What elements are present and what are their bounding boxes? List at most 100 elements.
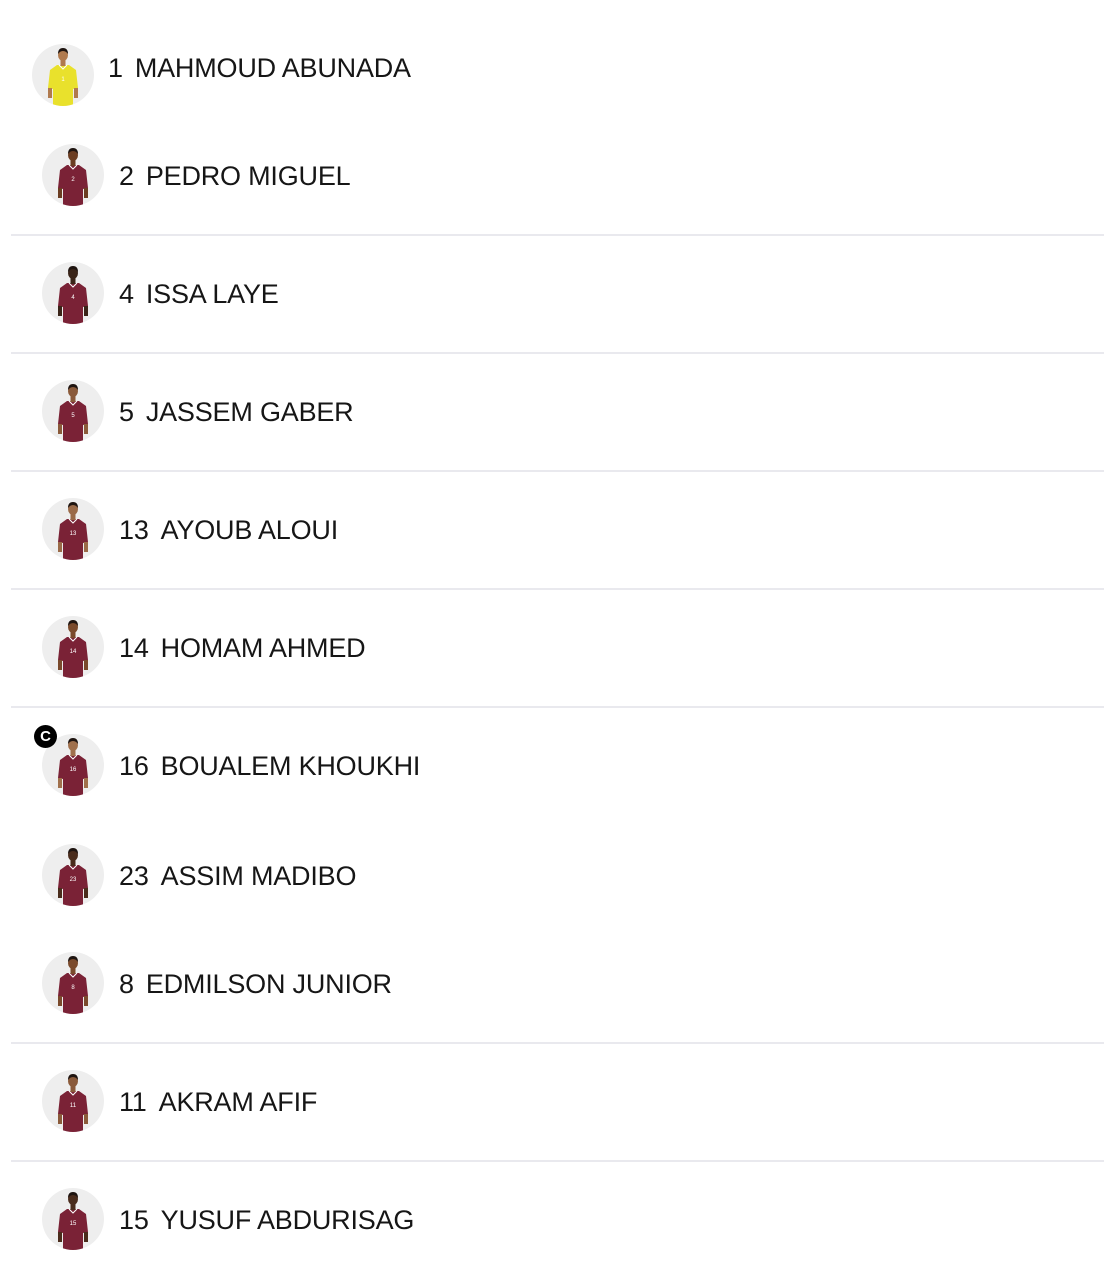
player-number: 1 <box>108 53 123 83</box>
player-number: 8 <box>119 969 134 999</box>
player-photo: 14 <box>42 616 104 678</box>
captain-badge: C <box>34 725 57 748</box>
player-name: AYOUB ALOUI <box>160 515 339 545</box>
player-label: 11 AKRAM AFIF <box>119 1087 317 1118</box>
kit-shirt <box>48 65 78 106</box>
player-photo: 2 <box>42 144 104 206</box>
player-row[interactable]: 1 1 MAHMOUD ABUNADA <box>0 10 1115 128</box>
player-number: 23 <box>119 861 149 891</box>
left-arm <box>58 778 62 788</box>
player-figure-icon: 5 <box>58 384 88 442</box>
kit-number: 14 <box>70 649 77 655</box>
right-arm <box>84 660 88 670</box>
player-label: 1 MAHMOUD ABUNADA <box>108 53 411 84</box>
kit-number: 23 <box>70 877 77 883</box>
player-name: AKRAM AFIF <box>158 1087 318 1117</box>
player-row[interactable]: 13 13 AYOUB ALOUI <box>0 472 1115 590</box>
player-figure-icon: 14 <box>58 620 88 678</box>
right-arm <box>84 542 88 552</box>
left-arm <box>48 88 52 98</box>
kit-number: 16 <box>70 767 77 773</box>
player-label: 14 HOMAM AHMED <box>119 633 366 664</box>
left-arm <box>58 1232 62 1242</box>
player-label: 16 BOUALEM KHOUKHI <box>119 751 420 782</box>
player-number: 11 <box>119 1087 147 1117</box>
player-label: 15 YUSUF ABDURISAG <box>119 1205 414 1236</box>
kit-shirt <box>58 519 88 560</box>
left-arm <box>58 188 62 198</box>
kit-shirt <box>58 283 88 324</box>
player-figure-icon: 13 <box>58 502 88 560</box>
player-figure-icon: 8 <box>58 956 88 1014</box>
player-row[interactable]: 15 15 YUSUF ABDURISAG <box>0 1162 1115 1280</box>
player-photo: 8 <box>42 952 104 1014</box>
goalkeeper-player-photo: 1 <box>32 44 94 106</box>
left-arm <box>58 888 62 898</box>
player-name: HOMAM AHMED <box>160 633 366 663</box>
player-photo: 4 <box>42 262 104 324</box>
player-photo: 23 <box>42 844 104 906</box>
player-label: 8 EDMILSON JUNIOR <box>119 969 392 1000</box>
player-row[interactable]: 2 2 PEDRO MIGUEL <box>0 118 1115 236</box>
player-number: 5 <box>119 397 134 427</box>
player-name: ISSA LAYE <box>145 279 279 309</box>
right-arm <box>84 306 88 316</box>
kit-number: 11 <box>70 1103 77 1109</box>
player-figure-icon: 15 <box>58 1192 88 1250</box>
player-number: 2 <box>119 161 134 191</box>
player-figure-icon: 4 <box>58 266 88 324</box>
kit-number: 13 <box>70 531 77 537</box>
player-row[interactable]: C 16 16 BOUALEM KHOUKHI <box>0 708 1115 826</box>
kit-shirt <box>58 637 88 678</box>
player-figure-icon: 1 <box>48 48 78 106</box>
right-arm <box>84 1114 88 1124</box>
left-arm <box>58 996 62 1006</box>
player-figure-icon: 2 <box>58 148 88 206</box>
player-row[interactable]: 4 4 ISSA LAYE <box>0 236 1115 354</box>
kit-shirt <box>58 973 88 1014</box>
kit-shirt <box>58 1209 88 1250</box>
left-arm <box>58 1114 62 1124</box>
right-arm <box>84 996 88 1006</box>
player-row[interactable]: 23 23 ASSIM MADIBO <box>0 818 1115 936</box>
player-number: 13 <box>119 515 149 545</box>
right-arm <box>84 1232 88 1242</box>
player-row[interactable]: 11 11 AKRAM AFIF <box>0 1044 1115 1162</box>
player-number: 15 <box>119 1205 149 1235</box>
right-arm <box>74 88 78 98</box>
player-photo: 5 <box>42 380 104 442</box>
right-arm <box>84 778 88 788</box>
player-label: 23 ASSIM MADIBO <box>119 861 356 892</box>
player-name: PEDRO MIGUEL <box>145 161 351 191</box>
kit-shirt <box>58 1091 88 1132</box>
player-label: 2 PEDRO MIGUEL <box>119 161 351 192</box>
player-name: BOUALEM KHOUKHI <box>160 751 421 781</box>
player-name: ASSIM MADIBO <box>160 861 357 891</box>
player-number: 16 <box>119 751 149 781</box>
player-label: 13 AYOUB ALOUI <box>119 515 338 546</box>
kit-shirt <box>58 755 88 796</box>
player-name: EDMILSON JUNIOR <box>145 969 392 999</box>
player-row[interactable]: 8 8 EDMILSON JUNIOR <box>0 926 1115 1044</box>
left-arm <box>58 424 62 434</box>
player-figure-icon: 23 <box>58 848 88 906</box>
player-name: JASSEM GABER <box>145 397 354 427</box>
player-photo: 15 <box>42 1188 104 1250</box>
left-arm <box>58 542 62 552</box>
kit-shirt <box>58 165 88 206</box>
player-figure-icon: 11 <box>58 1074 88 1132</box>
player-label: 5 JASSEM GABER <box>119 397 354 428</box>
player-number: 14 <box>119 633 149 663</box>
left-arm <box>58 660 62 670</box>
player-number: 4 <box>119 279 134 309</box>
player-name: MAHMOUD ABUNADA <box>134 53 411 83</box>
right-arm <box>84 888 88 898</box>
player-name: YUSUF ABDURISAG <box>160 1205 415 1235</box>
kit-shirt <box>58 401 88 442</box>
player-row[interactable]: 14 14 HOMAM AHMED <box>0 590 1115 708</box>
kit-number: 15 <box>70 1221 77 1227</box>
lineup-list: 1 1 MAHMOUD ABUNADA 2 2 PEDRO MIGUEL 4 4 IS… <box>0 0 1115 1280</box>
player-row[interactable]: 5 5 JASSEM GABER <box>0 354 1115 472</box>
player-photo: 13 <box>42 498 104 560</box>
kit-shirt <box>58 865 88 906</box>
